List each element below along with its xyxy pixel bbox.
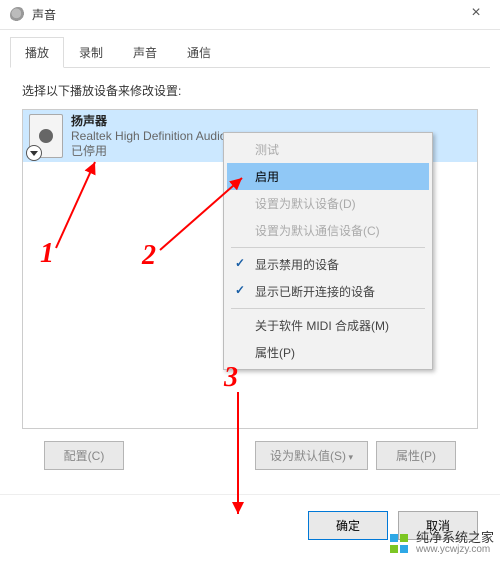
window-title: 声音 [32,6,456,23]
tab-content: 选择以下播放设备来修改设置: 扬声器 Realtek High Definiti… [0,68,500,480]
watermark-logo-icon [390,534,410,554]
ctx-show-disconnected[interactable]: 显示已断开连接的设备 [227,278,429,305]
ctx-show-disabled[interactable]: 显示禁用的设备 [227,251,429,278]
ctx-separator [231,247,425,248]
watermark-url: www.ycwjzy.com [416,544,494,556]
device-status: 已停用 [71,144,226,159]
tab-communications[interactable]: 通信 [172,37,226,68]
ctx-separator [231,308,425,309]
down-arrow-icon [26,145,42,161]
close-button[interactable]: × [456,0,496,30]
tab-recording[interactable]: 录制 [64,37,118,68]
ctx-about-midi[interactable]: 关于软件 MIDI 合成器(M) [227,312,429,339]
app-icon [10,7,26,23]
context-menu: 测试 启用 设置为默认设备(D) 设置为默认通信设备(C) 显示禁用的设备 显示… [223,132,433,370]
speaker-icon [29,114,63,158]
ok-button[interactable]: 确定 [308,511,388,540]
bottom-button-row: 配置(C) 设为默认值(S) 属性(P) [44,441,456,470]
tab-strip: 播放 录制 声音 通信 [10,30,490,68]
device-name: 扬声器 [71,114,226,129]
properties-button[interactable]: 属性(P) [376,441,456,470]
configure-button[interactable]: 配置(C) [44,441,124,470]
device-list[interactable]: 扬声器 Realtek High Definition Audio 已停用 测试… [22,109,478,429]
tab-sounds[interactable]: 声音 [118,37,172,68]
ctx-test[interactable]: 测试 [227,136,429,163]
ctx-set-default[interactable]: 设置为默认设备(D) [227,190,429,217]
device-text: 扬声器 Realtek High Definition Audio 已停用 [71,114,226,159]
instruction-text: 选择以下播放设备来修改设置: [22,82,478,99]
ctx-properties[interactable]: 属性(P) [227,339,429,366]
watermark: 纯净系统之家 www.ycwjzy.com [390,532,494,556]
ctx-set-default-comm[interactable]: 设置为默认通信设备(C) [227,217,429,244]
title-bar: 声音 × [0,0,500,30]
tab-playback[interactable]: 播放 [10,37,64,68]
ctx-enable[interactable]: 启用 [227,163,429,190]
watermark-name: 纯净系统之家 [416,532,494,544]
set-default-button[interactable]: 设为默认值(S) [255,441,368,470]
device-driver: Realtek High Definition Audio [71,129,226,144]
